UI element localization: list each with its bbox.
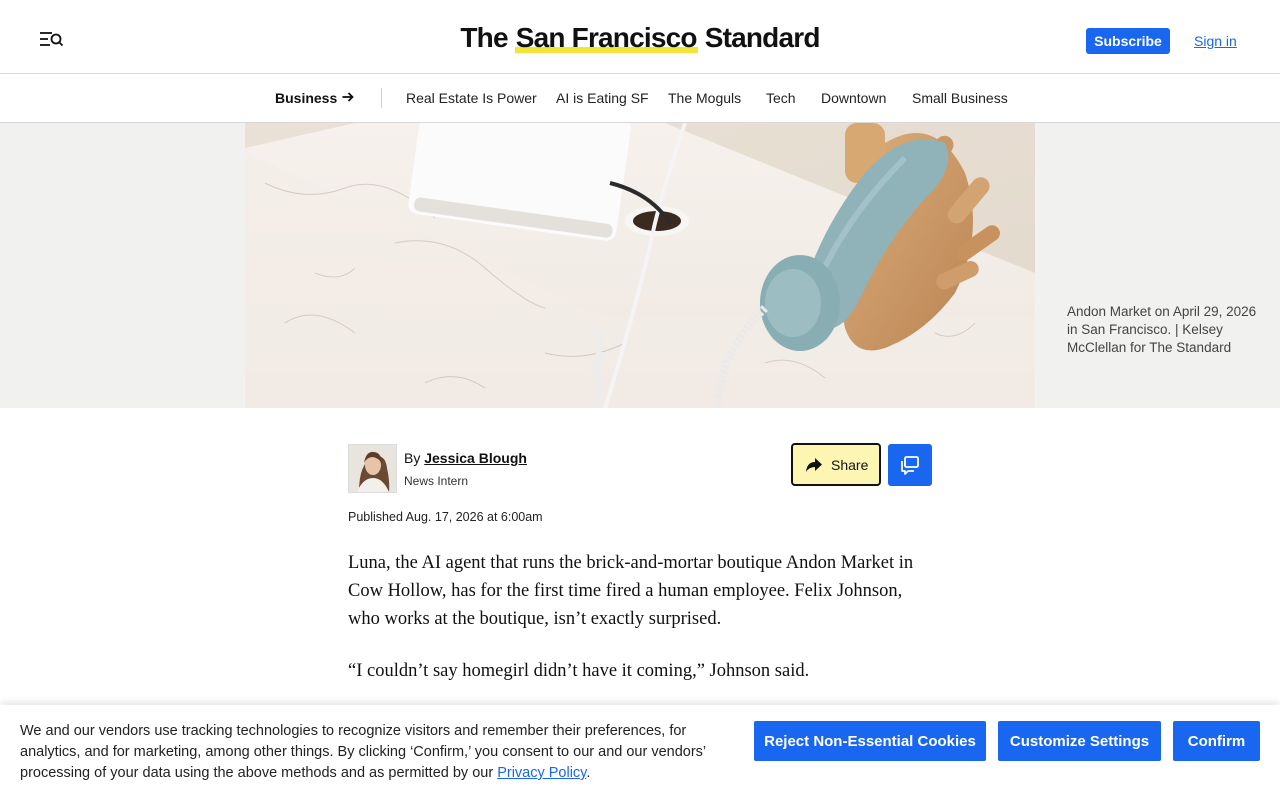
sign-in-link[interactable]: Sign in (1194, 33, 1237, 49)
arrow-right-icon[interactable] (341, 90, 355, 104)
author-role: News Intern (404, 474, 469, 488)
byline: By Jessica Blough (404, 450, 527, 466)
privacy-policy-link[interactable]: Privacy Policy (497, 765, 586, 781)
customize-settings-button[interactable]: Customize Settings (998, 721, 1161, 761)
nav-divider (381, 88, 382, 108)
logo-text-post: Standard (697, 22, 821, 53)
logo-text-highlight: San Francisco (514, 22, 698, 53)
reject-cookies-button[interactable]: Reject Non-Essential Cookies (754, 721, 986, 761)
site-header: The San Francisco Standard Subscribe Sig… (0, 0, 1280, 74)
cookie-text: We and our vendors use tracking technolo… (20, 721, 740, 784)
nav-item-ai-eating-sf[interactable]: AI is Eating SF (556, 90, 649, 106)
article-paragraph: Luna, the AI agent that runs the brick-a… (348, 553, 914, 629)
author-link[interactable]: Jessica Blough (424, 450, 527, 466)
cookie-text-end: . (586, 765, 591, 781)
logo-text-pre: The (460, 22, 515, 53)
nav-item-downtown[interactable]: Downtown (821, 90, 886, 106)
subscribe-button[interactable]: Subscribe (1086, 28, 1170, 54)
confirm-button[interactable]: Confirm (1173, 721, 1260, 761)
author-avatar[interactable] (348, 444, 397, 493)
section-link-business[interactable]: Business (275, 90, 337, 106)
share-arrow-icon (805, 457, 823, 473)
cookie-banner: We and our vendors use tracking technolo… (0, 705, 1280, 800)
author-row: By Jessica Blough News Intern Share (348, 443, 932, 494)
nav-item-small-business[interactable]: Small Business (912, 90, 1008, 106)
nav-item-moguls[interactable]: The Moguls (668, 90, 741, 106)
article-paragraph: “I couldn’t say homegirl didn’t have it … (348, 661, 810, 681)
section-nav: Business Real Estate Is Power AI is Eati… (0, 74, 1280, 123)
nav-item-real-estate[interactable]: Real Estate Is Power (406, 90, 537, 106)
share-button[interactable]: Share (791, 443, 881, 486)
comments-icon (888, 456, 932, 489)
share-label: Share (831, 457, 869, 473)
nav-item-tech[interactable]: Tech (766, 90, 796, 106)
byline-prefix: By (404, 450, 425, 466)
published-date: Published Aug. 17, 2026 at 6:00am (348, 510, 543, 524)
hero-section: Andon Market on April 29, 2026 in San Fr… (0, 123, 1280, 408)
cookie-text-body: We and our vendors use tracking technolo… (20, 723, 706, 781)
hero-image (245, 123, 1035, 408)
comments-button[interactable] (888, 444, 932, 486)
hero-caption: Andon Market on April 29, 2026 in San Fr… (1067, 304, 1257, 355)
